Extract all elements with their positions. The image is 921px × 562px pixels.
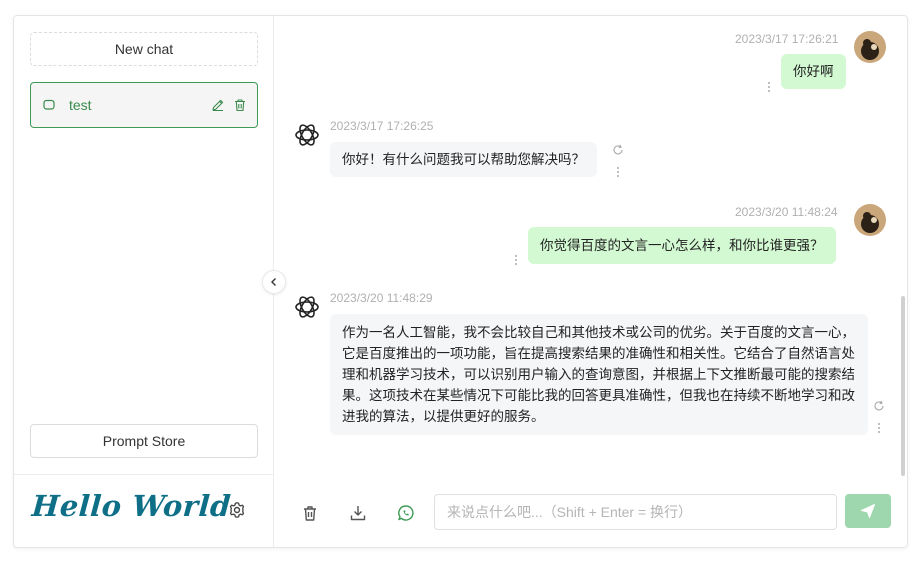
edit-icon[interactable]	[211, 98, 225, 112]
sidebar-footer: Hello World	[14, 474, 273, 547]
input-bar	[274, 486, 907, 547]
prompt-store-button[interactable]: Prompt Store	[30, 424, 258, 458]
user-message-bubble: 你觉得百度的文言一心怎么样，和你比谁更强？	[528, 227, 836, 264]
message-timestamp: 2023/3/17 17:26:21	[735, 32, 839, 46]
more-options-icon[interactable]	[616, 166, 620, 178]
gear-icon[interactable]	[228, 501, 246, 519]
regenerate-icon[interactable]	[612, 144, 624, 156]
message-input[interactable]	[434, 494, 837, 530]
scrollbar-thumb[interactable]	[901, 296, 905, 476]
more-options-icon[interactable]	[877, 422, 881, 434]
chat-area: 2023/3/17 17:26:21 你好啊 2023/3/17 17:26:2…	[274, 16, 907, 547]
user-avatar	[854, 204, 886, 236]
clear-chat-button[interactable]	[299, 502, 321, 524]
app-window: New chat test Prompt Store Hello World 2…	[13, 15, 908, 548]
message-timestamp: 2023/3/17 17:26:25	[330, 119, 434, 133]
download-button[interactable]	[347, 502, 369, 524]
collapse-sidebar-button[interactable]	[262, 270, 286, 294]
download-icon	[350, 506, 366, 521]
openai-logo-icon	[295, 124, 319, 146]
send-button[interactable]	[845, 494, 891, 528]
whatsapp-chat-icon	[398, 505, 414, 521]
sidebar: New chat test Prompt Store Hello World	[14, 16, 274, 547]
chevron-left-icon	[271, 278, 276, 286]
hello-world-logo: Hello World	[30, 489, 233, 523]
message-timestamp: 2023/3/20 11:48:24	[735, 205, 838, 219]
chat-list-item[interactable]: test	[30, 82, 258, 128]
new-chat-button[interactable]: New chat	[30, 32, 258, 66]
assistant-message-bubble: 作为一名人工智能，我不会比较自己和其他技术或公司的优劣。关于百度的文言一心，它是…	[330, 314, 868, 435]
message-timestamp: 2023/3/20 11:48:29	[330, 291, 433, 305]
more-options-icon[interactable]	[767, 81, 771, 93]
more-options-icon[interactable]	[514, 254, 518, 266]
context-toggle-button[interactable]	[395, 502, 417, 524]
send-icon	[861, 504, 875, 518]
chat-list-item-title: test	[69, 97, 92, 113]
trash-icon[interactable]	[233, 98, 247, 112]
regenerate-icon[interactable]	[873, 400, 885, 412]
trash-icon	[304, 506, 316, 521]
chat-bubble-icon	[43, 99, 55, 111]
assistant-message-bubble: 你好！有什么问题我可以帮助您解决吗？	[330, 142, 597, 177]
user-message-bubble: 你好啊	[781, 54, 846, 89]
user-avatar	[854, 31, 886, 63]
openai-logo-icon	[295, 296, 319, 318]
